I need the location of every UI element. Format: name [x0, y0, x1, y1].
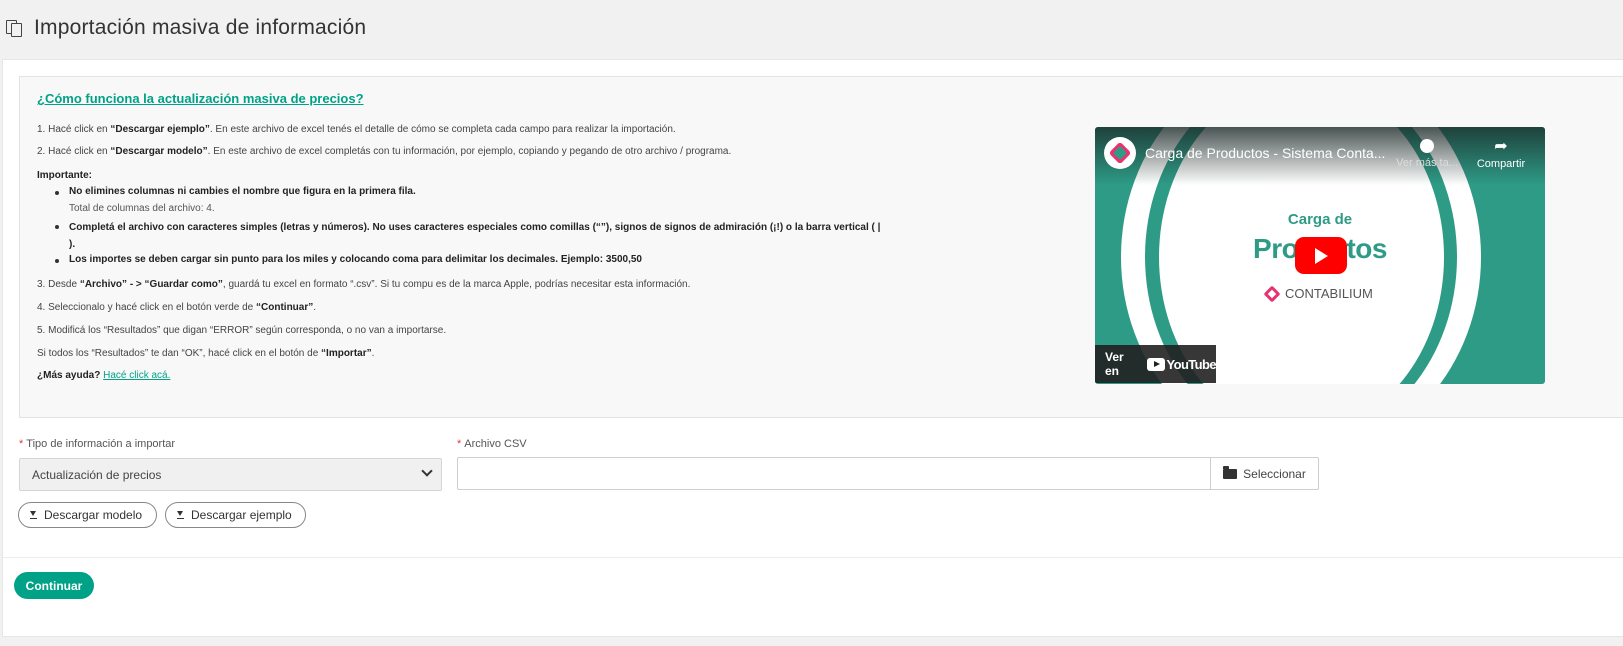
video-title[interactable]: Carga de Productos - Sistema Conta... [1145, 145, 1385, 161]
download-icon [30, 511, 37, 519]
bullet-dot [55, 259, 59, 263]
how-it-works-link[interactable]: ¿Cómo funciona la actualización masiva d… [37, 91, 364, 106]
clock-icon [1420, 139, 1434, 153]
play-icon [1315, 248, 1328, 264]
contabilium-logo-icon [1265, 287, 1279, 301]
share-icon: ➦ [1494, 138, 1508, 155]
download-example-button[interactable]: Descargar ejemplo [165, 502, 306, 528]
step-6: Si todos los “Resultados” te dan “OK”, h… [37, 348, 375, 359]
csv-file-input[interactable] [457, 457, 1210, 490]
divider [3, 557, 1623, 558]
important-heading: Importante: [37, 170, 92, 181]
type-select[interactable]: Actualización de precios [19, 458, 442, 491]
folder-open-icon [1223, 465, 1238, 479]
bullet-dot [55, 225, 59, 229]
csv-label: * Archivo CSV [457, 438, 527, 450]
bullet-dot [55, 191, 59, 195]
video-embed[interactable]: Carga de Productos - Sistema Conta... Ve… [1095, 127, 1545, 384]
step-5: 5. Modificá los “Resultados” que digan “… [37, 325, 447, 336]
main-card: ¿Cómo funciona la actualización masiva d… [2, 59, 1623, 637]
play-button[interactable] [1295, 237, 1347, 274]
download-model-button[interactable]: Descargar modelo [18, 502, 157, 528]
help-link[interactable]: Hacé click acá. [103, 370, 170, 381]
step-3: 3. Desde “Archivo” - > “Guardar como”, g… [37, 279, 691, 290]
download-icon [177, 511, 184, 519]
share-button[interactable]: ➦ Compartir [1469, 138, 1533, 171]
watch-later-button[interactable]: Ver más ta... [1395, 139, 1459, 169]
select-file-button[interactable]: Seleccionar [1210, 457, 1319, 490]
bullet-item: Completá el archivo con caracteres simpl… [51, 219, 881, 253]
brand-logo: CONTABILIUM [1265, 286, 1373, 301]
more-help: ¿Más ayuda? Hacé click acá. [37, 370, 171, 381]
step-4: 4. Seleccionalo y hacé click en el botón… [37, 302, 317, 313]
step-2: 2. Hacé click en “Descargar modelo”. En … [37, 146, 732, 157]
type-label: * Tipo de información a importar [19, 438, 176, 450]
watch-on-youtube-button[interactable]: Ver en YouTube [1095, 345, 1217, 383]
copy-icon [6, 19, 22, 37]
continue-button[interactable]: Continuar [14, 572, 94, 599]
youtube-icon [1147, 357, 1165, 371]
slide-title-line1: Carga de [1287, 211, 1353, 228]
bullet-item: No elimines columnas ni cambies el nombr… [51, 185, 881, 216]
instructions-panel: ¿Cómo funciona la actualización masiva d… [19, 76, 1623, 418]
chevron-down-icon [421, 465, 433, 477]
step-1: 1. Hacé click en “Descargar ejemplo”. En… [37, 124, 676, 135]
page-title: Importación masiva de información [34, 16, 367, 39]
channel-logo[interactable] [1104, 137, 1136, 169]
page-header: Importación masiva de información [0, 0, 1623, 56]
bullet-item: Los importes se deben cargar sin punto p… [51, 253, 881, 267]
